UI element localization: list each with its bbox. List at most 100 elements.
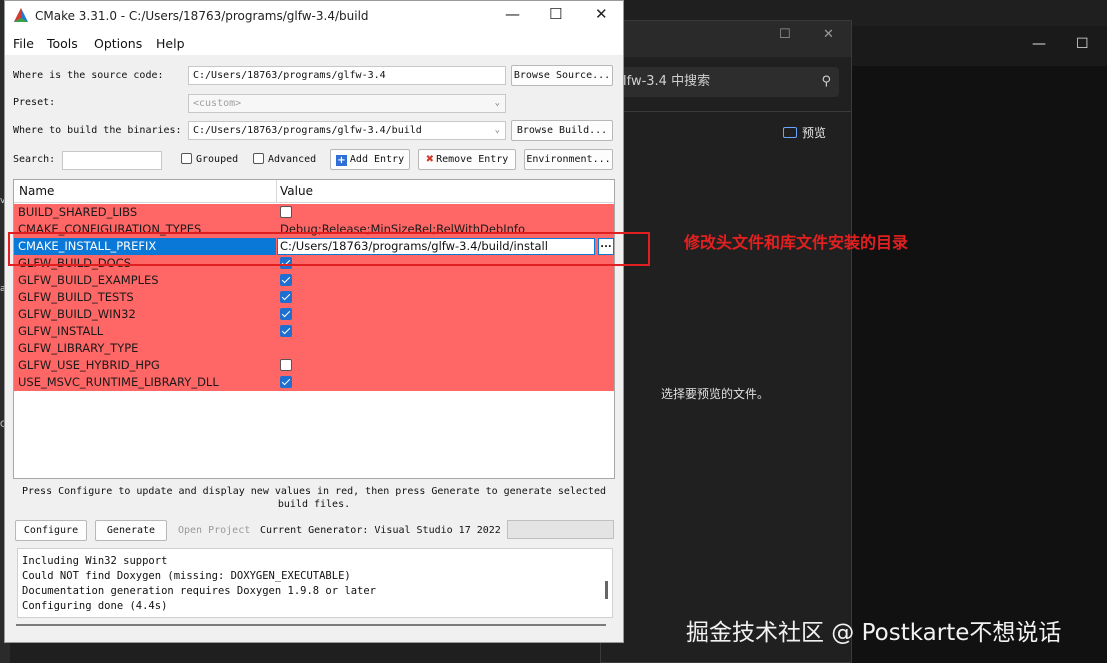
menu-tools[interactable]: Tools [47,36,78,51]
minimize-icon[interactable]: — [1032,36,1046,52]
current-generator-label: Current Generator: Visual Studio 17 2022 [260,525,501,536]
maximize-icon[interactable]: ☐ [779,27,791,42]
progress-bar [507,520,614,539]
plus-icon: + [335,155,347,166]
menu-file[interactable]: File [13,36,34,51]
add-entry-button[interactable]: + Add Entry [330,149,410,170]
checkbox-box[interactable] [253,153,264,164]
window-title: CMake 3.31.0 - C:/Users/18763/programs/g… [35,9,369,23]
output-scrollbar[interactable] [605,581,608,599]
configure-button[interactable]: Configure [15,520,87,541]
dark-window-titlebar: — ☐ [852,26,1107,66]
explorer-titlebar: ☐ ✕ [601,21,851,57]
cache-entries-table[interactable]: Name Value BUILD_SHARED_LIBS CMAKE_CONFIG… [13,179,615,479]
remove-entry-label: Remove Entry [436,154,509,165]
configure-hint: Press Configure to update and display ne… [5,485,623,511]
table-row[interactable]: GLFW_INSTALL [14,323,614,340]
log-line: Could NOT find Doxygen (missing: DOXYGEN… [22,570,351,582]
horizontal-scrollbar[interactable] [16,624,606,626]
entry-name: GLFW_BUILD_EXAMPLES [18,273,159,287]
menu-bar: File Tools Options Help [5,31,623,55]
preset-select: <custom> ⌄ [188,94,506,113]
close-icon[interactable]: ✕ [595,5,608,23]
entry-name: GLFW_USE_HYBRID_HPG [18,358,160,372]
annotation-highlight-box [8,232,650,266]
browse-build-button[interactable]: Browse Build... [511,120,613,141]
entry-value-checkbox[interactable] [280,359,292,371]
maximize-icon[interactable]: ☐ [1076,36,1089,52]
cmake-titlebar: CMake 3.31.0 - C:/Users/18763/programs/g… [5,1,623,31]
log-line: Documentation generation requires Doxyge… [22,585,377,597]
table-row[interactable]: USE_MSVC_RUNTIME_LIBRARY_DLL [14,374,614,391]
cmake-gui-window: CMake 3.31.0 - C:/Users/18763/programs/g… [4,0,624,643]
column-header-name[interactable]: Name [19,184,54,198]
hint-line-1: Press Configure to update and display ne… [22,486,606,497]
entry-value-checkbox[interactable] [280,206,292,218]
entry-value-checkbox[interactable] [280,376,292,388]
entry-name: USE_MSVC_RUNTIME_LIBRARY_DLL [18,375,219,389]
preview-message: 选择要预览的文件。 [661,387,770,401]
build-path-value: C:/Users/18763/programs/glfw-3.4/build [193,125,422,136]
log-line: Configuring done (4.4s) [22,600,168,612]
add-entry-label: Add Entry [349,154,405,165]
maximize-icon[interactable]: ☐ [549,5,562,23]
generate-button[interactable]: Generate [95,520,167,541]
remove-x-icon: ✖ [425,154,435,165]
search-label: Search: [13,154,56,165]
build-label: Where to build the binaries: [13,125,182,136]
entry-value-checkbox[interactable] [280,325,292,337]
preview-button[interactable]: 预览 [783,124,826,141]
table-row[interactable]: BUILD_SHARED_LIBS [14,204,614,221]
grouped-label: Grouped [196,154,239,165]
source-path-input[interactable]: C:/Users/18763/programs/glfw-3.4 [188,66,506,85]
entry-value-checkbox[interactable] [280,291,292,303]
browse-source-button[interactable]: Browse Source... [511,65,613,86]
table-header: Name Value [14,180,614,203]
search-input[interactable] [62,151,162,170]
explorer-search-box[interactable]: lfw-3.4 中搜索 ⚲ [621,67,839,97]
menu-options[interactable]: Options [94,36,142,51]
advanced-label: Advanced [268,154,317,165]
cmake-logo-icon [14,8,28,22]
remove-entry-button[interactable]: ✖ Remove Entry [418,149,516,170]
preset-label: Preset: [13,97,56,108]
explorer-divider [601,111,851,112]
advanced-checkbox[interactable]: Advanced [253,153,316,165]
entry-name: GLFW_INSTALL [18,324,104,338]
entry-name: BUILD_SHARED_LIBS [18,205,138,219]
table-row[interactable]: GLFW_BUILD_WIN32 [14,306,614,323]
column-header-value[interactable]: Value [280,184,313,198]
open-project-button: Open Project [178,525,251,536]
menu-help[interactable]: Help [156,36,185,51]
table-row[interactable]: GLFW_USE_HYBRID_HPG [14,357,614,374]
entry-name: GLFW_LIBRARY_TYPE [18,341,139,355]
entry-value-checkbox[interactable] [280,308,292,320]
hint-line-2: build files. [277,499,351,510]
table-row[interactable]: GLFW_BUILD_EXAMPLES [14,272,614,289]
environment-button[interactable]: Environment... [524,149,613,170]
chevron-down-icon: ⌄ [494,98,500,108]
source-label: Where is the source code: [13,70,164,81]
entry-name: GLFW_BUILD_TESTS [18,290,134,304]
table-row[interactable]: GLFW_BUILD_TESTS [14,289,614,306]
watermark: 掘金技术社区 @ Postkarte不想说话 [686,620,1062,646]
entry-value-checkbox[interactable] [280,274,292,286]
checkbox-box[interactable] [181,153,192,164]
background-dark-window: — ☐ [852,26,1107,663]
preview-button-label: 预览 [802,126,827,140]
preset-value: <custom> [193,98,242,109]
search-icon: ⚲ [821,74,831,89]
minimize-icon[interactable]: — [505,5,520,23]
build-path-combobox[interactable]: C:/Users/18763/programs/glfw-3.4/build ⌄ [188,121,506,140]
chevron-down-icon[interactable]: ⌄ [495,122,500,139]
log-line: Including Win32 support [22,555,168,567]
annotation-text: 修改头文件和库文件安装的目录 [684,233,909,252]
close-icon[interactable]: ✕ [823,27,834,42]
output-log[interactable]: Including Win32 support Could NOT find D… [17,548,613,618]
preview-pane-icon [783,127,797,138]
table-row[interactable]: GLFW_LIBRARY_TYPE [14,340,614,357]
grouped-checkbox[interactable]: Grouped [181,153,238,165]
explorer-search-text: lfw-3.4 中搜索 [623,74,711,89]
file-explorer-window: ☐ ✕ lfw-3.4 中搜索 ⚲ 预览 选择要预览的文件。 [600,20,852,663]
entry-name: GLFW_BUILD_WIN32 [18,307,136,321]
